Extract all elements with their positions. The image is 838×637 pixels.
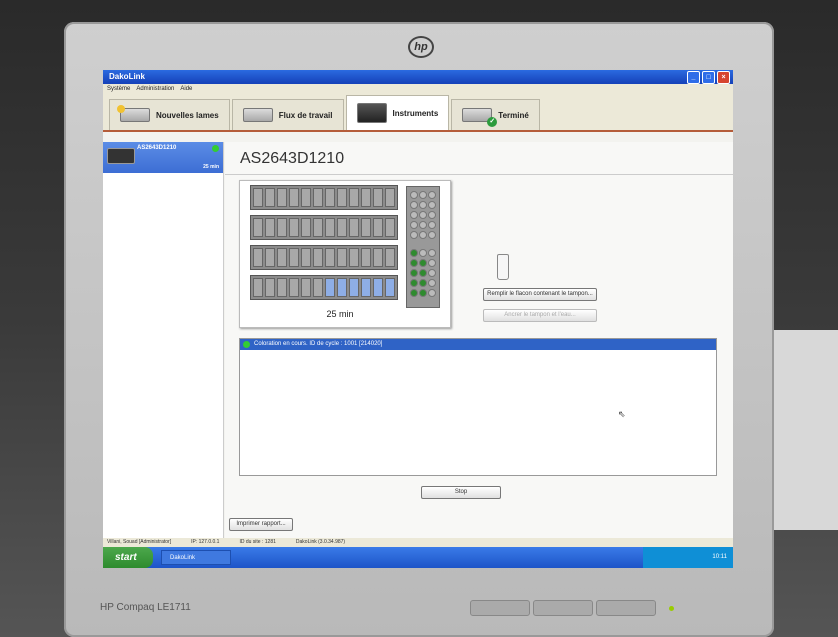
menu-item-help[interactable]: Aide — [180, 84, 192, 94]
anchor-buffer-button: Ancrer le tampon et l'eau... — [483, 309, 597, 322]
status-user: Villani, Souad [Administrator] — [107, 539, 172, 545]
tab-instruments[interactable]: Instruments — [345, 95, 450, 130]
instrument-id: AS2643D1210 — [137, 145, 177, 151]
monitor-button[interactable] — [533, 600, 593, 616]
tab-label: Instruments — [392, 108, 439, 118]
menu-item-system[interactable]: Système — [107, 84, 130, 94]
screen: DakoLink _ □ × Système Administration Ai… — [103, 70, 733, 568]
slide-rack — [250, 215, 398, 240]
close-button[interactable]: × — [717, 71, 730, 84]
menu-item-administration[interactable]: Administration — [136, 84, 174, 94]
instrument-list: AS2643D1210 25 min — [103, 142, 224, 538]
tab-completed[interactable]: Terminé — [451, 99, 540, 130]
instrument-run-time: 25 min — [326, 309, 354, 319]
taskbar-item-dakolink[interactable]: DakoLink — [161, 550, 231, 565]
monitor-brand-label: HP Compaq LE1711 — [100, 602, 191, 613]
instrument-time: 25 min — [203, 164, 219, 170]
status-site: ID du site : 1281 — [239, 539, 276, 545]
clock: 10:11 — [712, 554, 727, 560]
window-title: DakoLink — [109, 72, 146, 81]
tab-label: Nouvelles lames — [156, 110, 219, 120]
print-report-button[interactable]: Imprimer rapport... — [229, 518, 293, 531]
fill-buffer-button[interactable]: Remplir le flacon contenant le tampon... — [483, 288, 597, 301]
taskbar: start DakoLink 10:11 — [103, 547, 733, 568]
tab-workflow[interactable]: Flux de travail — [231, 99, 344, 130]
reagent-rack — [406, 186, 440, 308]
log-text: Coloration en cours. ID de cycle : 1001 … — [254, 341, 383, 347]
power-led — [669, 606, 674, 611]
log-row[interactable]: Coloration en cours. ID de cycle : 1001 … — [240, 339, 716, 350]
monitor-button[interactable] — [470, 600, 530, 616]
instrument-detail-panel: AS2643D1210 25 min Remplir le flacon con… — [225, 142, 733, 538]
status-bar: Villani, Souad [Administrator] IP: 127.0… — [103, 538, 733, 547]
completed-icon — [462, 108, 498, 127]
mouse-cursor-icon: ⇖ — [618, 409, 626, 419]
new-slides-icon — [117, 105, 150, 122]
slide-rack — [250, 275, 398, 300]
slide-rack — [250, 185, 398, 210]
start-button[interactable]: start — [103, 547, 153, 568]
slide-rack — [250, 245, 398, 270]
stop-button[interactable]: Stop — [421, 486, 501, 499]
tab-label: Terminé — [498, 110, 529, 120]
workflow-icon — [242, 108, 273, 122]
instrument-icon — [356, 103, 387, 123]
status-log[interactable]: Coloration en cours. ID de cycle : 1001 … — [239, 338, 717, 476]
hp-logo: hp — [408, 36, 434, 58]
system-tray: 10:11 — [643, 547, 733, 568]
instrument-icon — [107, 148, 135, 164]
menu-bar: Système Administration Aide — [103, 84, 733, 94]
status-ok-icon — [243, 341, 250, 348]
buffer-bottle-icon — [497, 254, 509, 280]
status-version: DakoLink (3.0.34.987) — [295, 539, 346, 545]
instrument-diagram[interactable]: 25 min — [239, 180, 451, 328]
maximize-button[interactable]: □ — [702, 71, 715, 84]
tab-bar: Nouvelles lames Flux de travail Instrume… — [103, 94, 733, 132]
status-ip: IP: 127.0.0.1 — [191, 539, 220, 545]
tab-label: Flux de travail — [278, 110, 333, 120]
instrument-list-item[interactable]: AS2643D1210 25 min — [103, 142, 223, 173]
window-titlebar: DakoLink _ □ × — [103, 70, 733, 84]
monitor-button[interactable] — [596, 600, 656, 616]
status-ok-icon — [212, 145, 219, 152]
instrument-title: AS2643D1210 — [225, 142, 733, 175]
minimize-button[interactable]: _ — [687, 71, 700, 84]
tab-new-slides[interactable]: Nouvelles lames — [109, 99, 230, 130]
